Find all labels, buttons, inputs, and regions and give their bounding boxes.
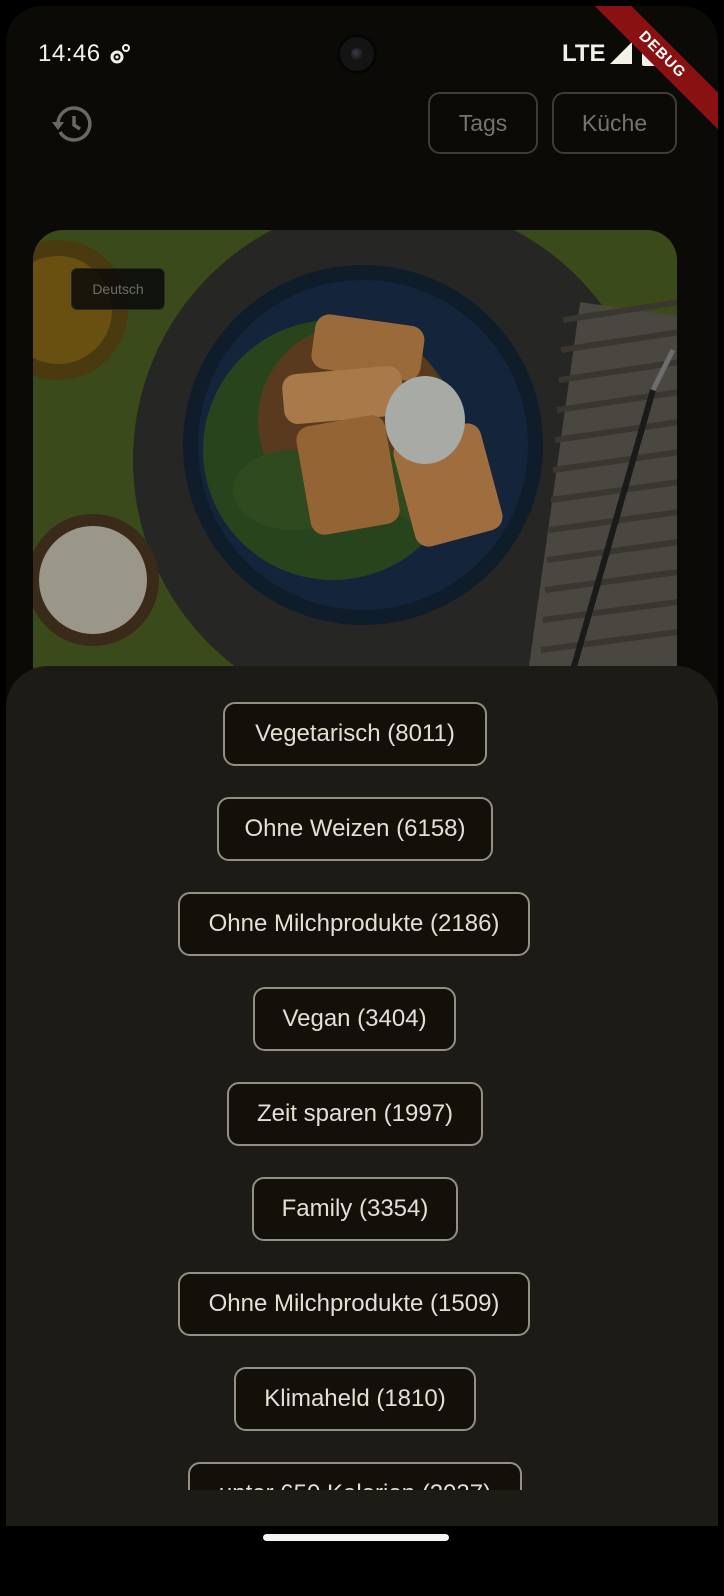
tag-button[interactable]: Ohne Milchprodukte (2186)	[178, 892, 530, 956]
recipe-image[interactable]: Deutsch	[33, 230, 677, 670]
language-badge: Deutsch	[71, 268, 165, 310]
tag-button[interactable]: unter 650 Kalorien (2037)	[188, 1462, 522, 1490]
tag-list: Vegetarisch (8011) Ohne Weizen (6158) Oh…	[6, 702, 718, 1490]
tag-bottom-sheet: Vegetarisch (8011) Ohne Weizen (6158) Oh…	[6, 666, 718, 1526]
phone-screen: 14:46 LTE Tags Küche Deutsch Vegetarisch…	[6, 6, 718, 1590]
history-icon[interactable]	[50, 102, 94, 146]
home-indicator[interactable]	[263, 1534, 449, 1541]
tag-button[interactable]: Family (3354)	[252, 1177, 458, 1241]
tag-button[interactable]: Ohne Milchprodukte (1509)	[178, 1272, 530, 1336]
tags-button[interactable]: Tags	[428, 92, 538, 154]
tag-button[interactable]: Vegetarisch (8011)	[223, 702, 487, 766]
cuisine-button[interactable]: Küche	[552, 92, 677, 154]
tag-button[interactable]: Vegan (3404)	[253, 987, 456, 1051]
tag-button[interactable]: Klimaheld (1810)	[234, 1367, 476, 1431]
tag-button[interactable]: Zeit sparen (1997)	[227, 1082, 483, 1146]
tag-button[interactable]: Ohne Weizen (6158)	[217, 797, 493, 861]
